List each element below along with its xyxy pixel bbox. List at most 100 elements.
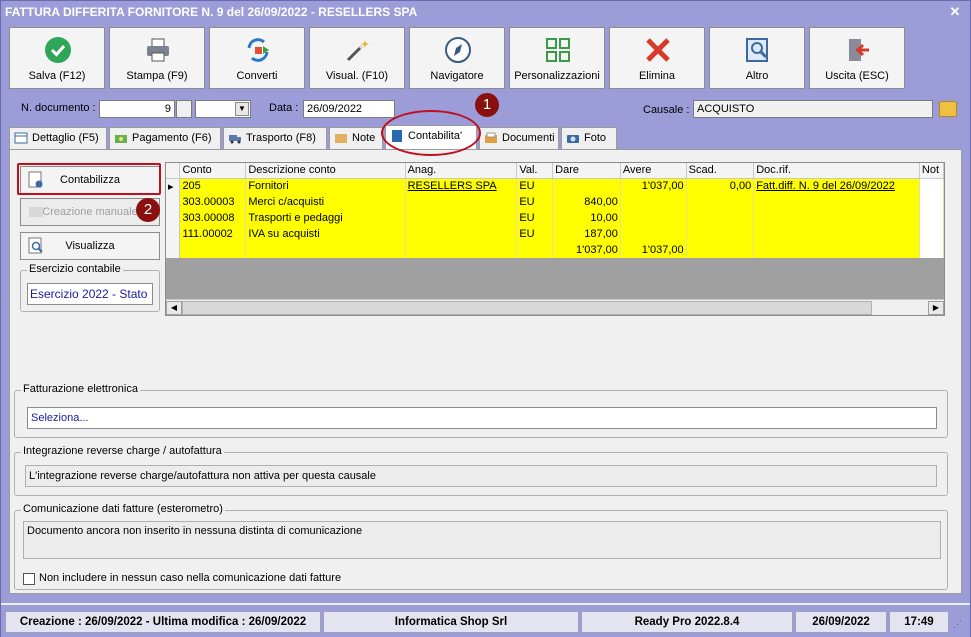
cell-docrif[interactable]: [753, 226, 920, 242]
tab-dettaglio-label: Dettaglio (F5): [32, 132, 99, 144]
convert-label: Converti: [236, 70, 278, 82]
cell-avere[interactable]: 1'037,00: [620, 178, 687, 194]
cell-conto[interactable]: 303.00008: [179, 210, 247, 226]
cell-avere[interactable]: [620, 226, 687, 242]
other-button[interactable]: Altro: [709, 27, 805, 89]
doc-number-spin[interactable]: [176, 100, 192, 118]
col-conto[interactable]: Conto: [179, 163, 247, 179]
cell-anag-link[interactable]: RESELLERS SPA: [405, 178, 518, 194]
cell-docrif[interactable]: [753, 210, 920, 226]
cell-scad[interactable]: [686, 210, 755, 226]
reverse-charge-title: Integrazione reverse charge / autofattur…: [21, 445, 224, 457]
navigator-button[interactable]: Navigatore: [409, 27, 505, 89]
cell-val[interactable]: EU: [516, 210, 554, 226]
exit-button[interactable]: Uscita (ESC): [809, 27, 905, 89]
highlight-contabilizza-box: [17, 163, 161, 195]
table-row[interactable]: 111.00002 IVA su acquisti EU 187,00: [166, 226, 944, 242]
table-row[interactable]: ▸ 205 Fornitori RESELLERS SPA EU 1'037,0…: [166, 178, 944, 194]
cell-scad[interactable]: [686, 194, 755, 210]
folder-icon[interactable]: [939, 101, 957, 117]
tab-trasporto[interactable]: Trasporto (F8): [223, 127, 327, 149]
cell-conto[interactable]: 111.00002: [179, 226, 247, 242]
tab-foto[interactable]: Foto: [561, 127, 617, 149]
window-title: FATTURA DIFFERITA FORNITORE N. 9 del 26/…: [5, 5, 418, 19]
cell-conto[interactable]: 205: [179, 178, 247, 194]
resize-grip-icon[interactable]: ⋰: [953, 619, 965, 631]
date-input[interactable]: 26/09/2022: [303, 100, 395, 118]
scroll-right-icon[interactable]: ▶: [928, 301, 944, 315]
doc-series-select[interactable]: ▼: [195, 100, 251, 118]
visualizza-button[interactable]: Visualizza: [20, 232, 160, 260]
cell-val[interactable]: EU: [516, 178, 554, 194]
cell-note: [919, 242, 944, 258]
table-row[interactable]: 303.00008 Trasporti e pedaggi EU 10,00: [166, 210, 944, 226]
tab-pagamento[interactable]: Pagamento (F6): [109, 127, 221, 149]
scroll-thumb[interactable]: [182, 301, 872, 315]
col-scad[interactable]: Scad.: [686, 163, 755, 179]
col-val[interactable]: Val.: [516, 163, 554, 179]
col-note[interactable]: Not: [919, 163, 944, 179]
tab-note[interactable]: Note: [329, 127, 383, 149]
totals-row: 1'037,00 1'037,00: [166, 242, 944, 258]
cell-note[interactable]: [919, 178, 944, 194]
visualizza-label: Visualizza: [65, 240, 115, 252]
horizontal-scrollbar[interactable]: ◀ ▶: [166, 299, 944, 315]
total-avere: 1'037,00: [620, 242, 687, 258]
cell-scad[interactable]: [686, 226, 755, 242]
tab-pagamento-label: Pagamento (F6): [132, 132, 212, 144]
cell-dare[interactable]: 187,00: [552, 226, 621, 242]
cell-descrizione[interactable]: Merci c/acquisti: [245, 194, 406, 210]
col-avere[interactable]: Avere: [620, 163, 687, 179]
col-anag[interactable]: Anag.: [405, 163, 518, 179]
cell-dare[interactable]: 10,00: [552, 210, 621, 226]
exclude-checkbox[interactable]: [23, 573, 35, 585]
delete-button[interactable]: Elimina: [609, 27, 705, 89]
row-indicator: [166, 226, 181, 242]
table-row[interactable]: 303.00003 Merci c/acquisti EU 840,00: [166, 194, 944, 210]
cell-note[interactable]: [919, 226, 944, 242]
esercizio-value[interactable]: Esercizio 2022 - Stato: [27, 283, 153, 305]
cell-avere[interactable]: [620, 210, 687, 226]
cell-docrif[interactable]: [753, 194, 920, 210]
close-icon[interactable]: ✕: [948, 5, 962, 19]
exclude-checkbox-label[interactable]: Non includere in nessun caso nella comun…: [39, 572, 341, 584]
cell-conto[interactable]: 303.00003: [179, 194, 247, 210]
accounting-grid: Conto Descrizione conto Anag. Val. Dare …: [165, 162, 945, 316]
cell-scad[interactable]: 0,00: [686, 178, 755, 194]
customize-button[interactable]: Personalizzazioni: [509, 27, 605, 89]
cell-anag[interactable]: [405, 226, 518, 242]
cell-descrizione[interactable]: IVA su acquisti: [245, 226, 406, 242]
cell-note[interactable]: [919, 194, 944, 210]
cell-note[interactable]: [919, 210, 944, 226]
doc-number-input[interactable]: 9: [99, 100, 175, 118]
cell-val[interactable]: EU: [516, 194, 554, 210]
cell-descrizione[interactable]: Fornitori: [245, 178, 406, 194]
cell-avere[interactable]: [620, 194, 687, 210]
total-dare: 1'037,00: [552, 242, 621, 258]
save-button[interactable]: Salva (F12): [9, 27, 105, 89]
convert-button[interactable]: Converti: [209, 27, 305, 89]
visual-button[interactable]: Visual. (F10): [309, 27, 405, 89]
cell-val[interactable]: EU: [516, 226, 554, 242]
causale-input[interactable]: ACQUISTO: [693, 100, 933, 118]
other-label: Altro: [745, 70, 769, 82]
tab-documenti[interactable]: Documenti: [479, 127, 559, 149]
cell-dare[interactable]: [552, 178, 621, 194]
cell-anag[interactable]: [405, 210, 518, 226]
print-button[interactable]: Stampa (F9): [109, 27, 205, 89]
tab-foto-label: Foto: [584, 132, 607, 144]
fattura-elettronica-select[interactable]: Seleziona...: [27, 407, 937, 429]
cell-anag[interactable]: [405, 194, 518, 210]
col-docrif[interactable]: Doc.rif.: [753, 163, 920, 179]
tab-dettaglio[interactable]: Dettaglio (F5): [9, 127, 107, 149]
cell-descrizione[interactable]: Trasporti e pedaggi: [245, 210, 406, 226]
cell-dare[interactable]: 840,00: [552, 194, 621, 210]
cell-val: [516, 242, 554, 258]
cell-docrif-link[interactable]: Fatt.diff. N. 9 del 26/09/2022: [753, 178, 920, 194]
col-descrizione[interactable]: Descrizione conto: [245, 163, 406, 179]
check-icon: [45, 37, 71, 63]
compass-icon: [445, 37, 471, 63]
scroll-left-icon[interactable]: ◀: [166, 301, 182, 315]
row-indicator: [166, 194, 181, 210]
col-dare[interactable]: Dare: [552, 163, 621, 179]
